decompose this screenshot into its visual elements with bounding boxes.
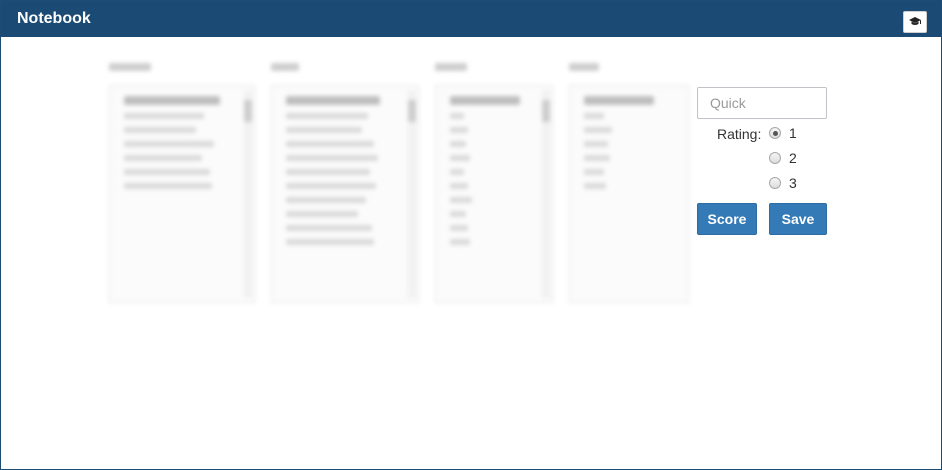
title-bar: Notebook <box>1 1 941 37</box>
rating-option-1[interactable]: 1 <box>769 125 797 141</box>
blurred-lists-area <box>105 63 691 303</box>
window-title: Notebook <box>17 10 91 27</box>
quick-input[interactable] <box>697 87 827 119</box>
save-button[interactable]: Save <box>769 203 827 235</box>
blurred-list <box>435 63 553 303</box>
blurred-list <box>271 63 419 303</box>
rating-option-label: 2 <box>789 150 797 166</box>
blurred-list <box>109 63 255 303</box>
radio-button-checked[interactable] <box>769 127 781 139</box>
rating-option-2[interactable]: 2 <box>769 150 797 166</box>
notebook-window: Notebook Quick Rating: 1 2 3 Score Save <box>0 0 942 470</box>
rating-option-label: 1 <box>789 125 797 141</box>
rating-option-3[interactable]: 3 <box>769 175 797 191</box>
blurred-list <box>569 63 689 303</box>
rating-option-label: 3 <box>789 175 797 191</box>
radio-button[interactable] <box>769 152 781 164</box>
score-button[interactable]: Score <box>697 203 757 235</box>
rating-label: Rating: <box>717 126 762 142</box>
graduation-cap-icon <box>909 17 921 25</box>
graduation-cap-button[interactable] <box>903 11 927 33</box>
radio-button[interactable] <box>769 177 781 189</box>
